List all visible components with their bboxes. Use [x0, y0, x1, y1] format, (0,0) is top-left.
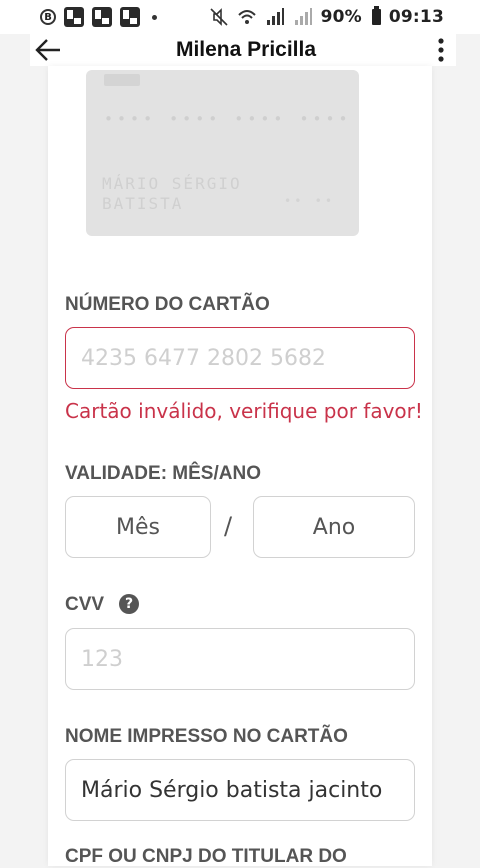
card-number-placeholder: 4235 6477 2802 5682: [81, 345, 326, 371]
more-notifications-icon: [152, 14, 157, 20]
card-preview-name-line1: MÁRIO SÉRGIO: [102, 174, 242, 193]
expiry-year-input[interactable]: Ano: [253, 496, 415, 558]
cvv-input[interactable]: 123: [65, 628, 415, 690]
card-preview: •••• •••• •••• •••• MÁRIO SÉRGIO BATISTA…: [86, 70, 359, 236]
app-toolbar: Milena Pricilla: [30, 34, 456, 66]
document-label: CPF OU CNPJ DO TITULAR DO: [65, 846, 347, 867]
expiry-label: VALIDADE: MÊS/ANO: [65, 463, 261, 484]
page-title: Milena Pricilla: [175, 38, 317, 61]
card-preview-name-line2: BATISTA: [102, 194, 184, 213]
mute-icon: [210, 8, 228, 26]
arrow-left-icon: [35, 39, 60, 61]
signal-icon: [266, 8, 284, 25]
signal-secondary-icon: [294, 8, 312, 25]
cvv-label: CVV: [65, 594, 105, 615]
app-notification-icon: [64, 7, 84, 27]
payment-form-panel: •••• •••• •••• •••• MÁRIO SÉRGIO BATISTA…: [48, 66, 432, 867]
expiry-month-placeholder: Mês: [116, 514, 160, 540]
cardholder-name-input[interactable]: Mário Sérgio batista jacinto: [65, 759, 415, 821]
back-button[interactable]: [30, 34, 66, 66]
cvv-placeholder: 123: [81, 646, 123, 672]
overflow-menu-button[interactable]: [426, 34, 456, 66]
more-vertical-icon: [438, 38, 444, 62]
clock: 09:13: [388, 7, 444, 27]
status-icons-right: 90% 09:13: [209, 6, 444, 27]
status-bar: B 90% 09:13: [0, 0, 480, 34]
battery-icon: [371, 6, 381, 25]
battery-percent: 90%: [320, 7, 362, 27]
cardholder-name-label: NOME IMPRESSO NO CARTÃO: [65, 726, 348, 747]
card-preview-expiry: •• ••: [284, 194, 336, 208]
card-number-label: NÚMERO DO CARTÃO: [65, 294, 270, 315]
expiry-year-placeholder: Ano: [312, 514, 356, 540]
status-icons-left: B: [40, 7, 157, 27]
cardholder-name-value: Mário Sérgio batista jacinto: [81, 777, 383, 803]
expiry-month-input[interactable]: Mês: [65, 496, 211, 558]
b-notification-icon: B: [40, 9, 56, 25]
card-preview-number: •••• •••• •••• ••••: [104, 110, 352, 128]
app-notification-icon: [120, 7, 140, 27]
card-chip: [104, 74, 140, 86]
card-number-input[interactable]: 4235 6477 2802 5682: [65, 327, 415, 389]
app-notification-icon: [92, 7, 112, 27]
help-icon[interactable]: ?: [119, 594, 139, 614]
expiry-separator: /: [224, 512, 233, 540]
card-number-error: Cartão inválido, verifique por favor!: [65, 399, 423, 423]
wifi-icon: [237, 10, 256, 24]
card-preview-name: MÁRIO SÉRGIO BATISTA: [102, 174, 242, 214]
